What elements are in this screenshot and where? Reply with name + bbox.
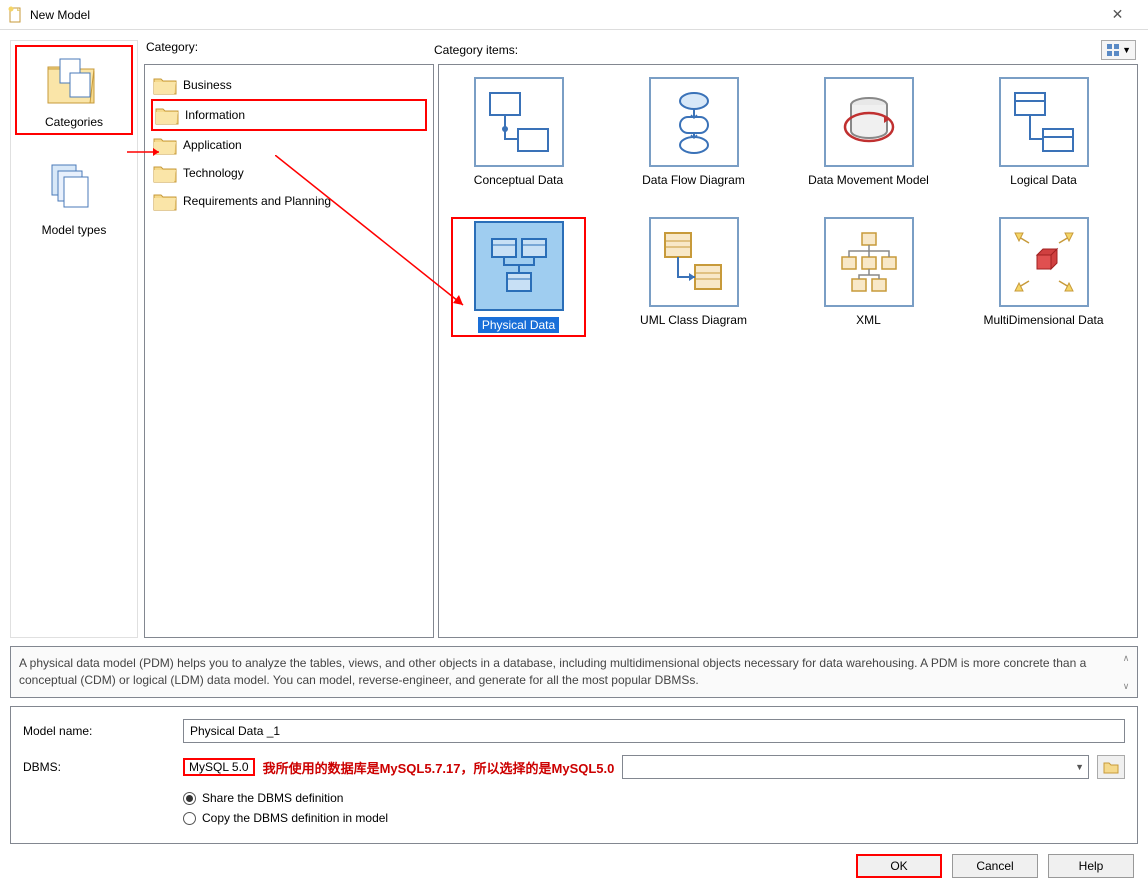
- mode-categories[interactable]: Categories: [15, 45, 133, 135]
- description-panel: A physical data model (PDM) helps you to…: [10, 646, 1138, 698]
- mode-categories-label: Categories: [45, 115, 103, 129]
- folder-icon: [153, 135, 177, 155]
- logical-data-icon: [1009, 87, 1079, 157]
- folder-icon: [153, 75, 177, 95]
- uml-class-icon: [659, 227, 729, 297]
- radio-icon: [183, 812, 196, 825]
- form-panel: Model name: DBMS: MySQL 5.0 我所使用的数据库是MyS…: [10, 706, 1138, 844]
- data-flow-icon: [659, 87, 729, 157]
- mode-panel: Categories Model types: [10, 40, 138, 638]
- tree-item-requirements[interactable]: Requirements and Planning: [151, 187, 427, 215]
- model-types-icon: [44, 159, 104, 219]
- multidimensional-icon: [1009, 227, 1079, 297]
- item-data-flow[interactable]: Data Flow Diagram: [626, 77, 761, 187]
- item-logical-data[interactable]: Logical Data: [976, 77, 1111, 187]
- radio-copy-dbms[interactable]: Copy the DBMS definition in model: [183, 811, 1125, 825]
- data-movement-icon: [834, 87, 904, 157]
- dbms-annotation: 我所使用的数据库是MySQL5.7.17，所以选择的是MySQL5.0: [263, 758, 615, 777]
- mode-modeltypes-label: Model types: [42, 223, 107, 237]
- browse-dbms-button[interactable]: [1097, 755, 1125, 779]
- tree-item-technology[interactable]: Technology: [151, 159, 427, 187]
- dbms-label: DBMS:: [23, 760, 183, 774]
- item-conceptual-data[interactable]: Conceptual Data: [451, 77, 586, 187]
- item-xml[interactable]: XML: [801, 217, 936, 337]
- grid-view-icon: [1106, 43, 1120, 57]
- folder-icon: [155, 105, 179, 125]
- conceptual-data-icon: [484, 87, 554, 157]
- tree-item-information[interactable]: Information: [151, 99, 427, 131]
- chevron-down-icon: ▼: [1075, 762, 1084, 772]
- radio-icon: [183, 792, 196, 805]
- item-uml-class[interactable]: UML Class Diagram: [626, 217, 761, 337]
- radio-share-dbms[interactable]: Share the DBMS definition: [183, 791, 1125, 805]
- folder-open-icon: [1103, 760, 1119, 774]
- folder-icon: [153, 191, 177, 211]
- scroll-down-button[interactable]: ∨: [1119, 679, 1133, 693]
- folder-icon: [153, 163, 177, 183]
- categories-folder-icon: [44, 51, 104, 111]
- help-button[interactable]: Help: [1048, 854, 1134, 878]
- item-multidimensional[interactable]: MultiDimensional Data: [976, 217, 1111, 337]
- tree-item-business[interactable]: Business: [151, 71, 427, 99]
- cancel-button[interactable]: Cancel: [952, 854, 1038, 878]
- items-panel: Conceptual Data Data Flow Diagram Data M…: [438, 64, 1138, 638]
- xml-icon: [834, 227, 904, 297]
- physical-data-icon: [484, 231, 554, 301]
- view-toggle[interactable]: ▼: [1101, 40, 1136, 60]
- model-name-label: Model name:: [23, 724, 183, 738]
- close-button[interactable]: ✕: [1095, 0, 1140, 30]
- model-name-input[interactable]: [183, 719, 1125, 743]
- scroll-up-button[interactable]: ∧: [1119, 651, 1133, 665]
- document-icon: [8, 6, 24, 24]
- item-physical-data[interactable]: Physical Data: [451, 217, 586, 337]
- category-header: Category:: [144, 40, 434, 60]
- category-tree: Business Information Application Technol…: [144, 64, 434, 638]
- item-data-movement[interactable]: Data Movement Model: [801, 77, 936, 187]
- description-text: A physical data model (PDM) helps you to…: [19, 655, 1113, 689]
- mode-model-types[interactable]: Model types: [15, 155, 133, 241]
- window-title: New Model: [30, 8, 1095, 22]
- titlebar: New Model ✕: [0, 0, 1148, 30]
- items-header: Category items:: [434, 43, 518, 57]
- ok-button[interactable]: OK: [856, 854, 942, 878]
- dbms-value-highlight: MySQL 5.0: [183, 758, 255, 776]
- tree-item-application[interactable]: Application: [151, 131, 427, 159]
- dbms-select[interactable]: ▼: [622, 755, 1089, 779]
